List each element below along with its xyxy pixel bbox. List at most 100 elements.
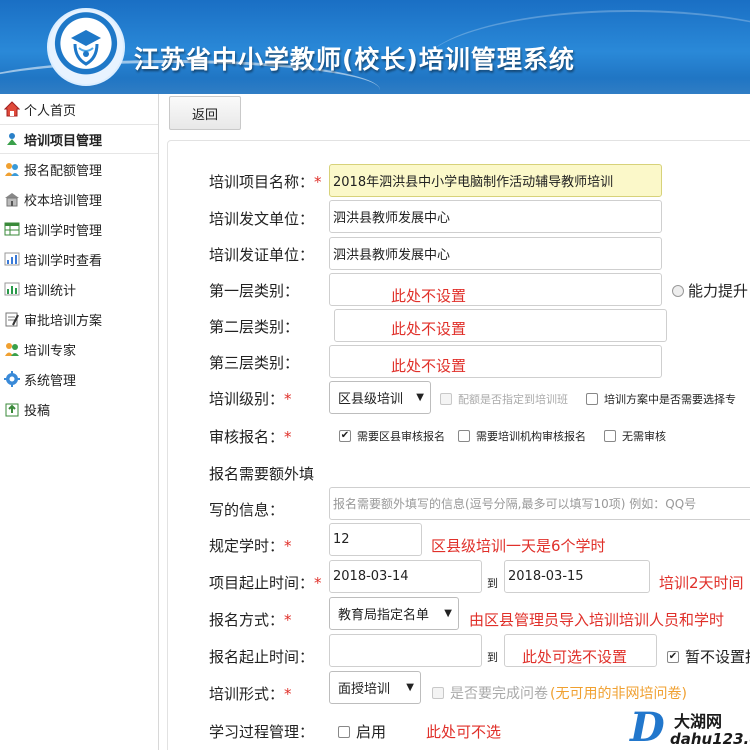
checkbox-label: 需要培训机构审核报名 [476, 430, 586, 443]
sidebar-item-projects[interactable]: 培训项目管理 [0, 124, 158, 154]
approve-icon [4, 311, 20, 327]
main-content: 返回 培训项目名称：* 2018年泗洪县中小学电脑制作活动辅导教师培训 培训发文… [159, 94, 750, 750]
select-value: 区县级培训 [338, 392, 404, 407]
checkbox-box [432, 687, 444, 699]
review-org-checkbox[interactable]: 需要培训机构审核报名 [458, 428, 586, 444]
signup-method-select[interactable]: 教育局指定名单 ▼ [329, 597, 459, 630]
questionnaire-checkbox[interactable]: 是否要完成问卷 (无可用的非网培问卷) [432, 683, 687, 703]
start-date-input[interactable]: 2018-03-14 [329, 560, 482, 593]
check-icon: ✔ [667, 650, 679, 663]
issue-unit-label: 培训发文单位： [209, 210, 315, 228]
watermark-domain: dahu123.com [670, 730, 750, 748]
cert-unit-label: 培训发证单位： [209, 246, 315, 264]
plan-expert-checkbox[interactable]: 培训方案中是否需要选择专 [586, 391, 736, 407]
hours-input[interactable]: 12 [329, 523, 422, 556]
sidebar-item-hours-manage[interactable]: 培训学时管理 [0, 214, 158, 244]
quota-class-checkbox[interactable]: 配额是否指定到培训班 [440, 391, 568, 407]
signup-unset-checkbox[interactable]: ✔ 暂不设置报 [667, 646, 750, 667]
app-title: 江苏省中小学教师(校长)培训管理系统 [134, 45, 575, 74]
experts-icon [4, 341, 20, 357]
caret-down-icon: ▼ [416, 392, 424, 403]
watermark-d-logo: D [630, 704, 665, 750]
checkbox-label: 需要区县审核报名 [357, 430, 445, 443]
checkbox-box [440, 393, 452, 405]
checkbox-label: 是否要完成问卷 [450, 686, 548, 702]
sidebar-item-submit[interactable]: 投稿 [0, 394, 158, 424]
signup-dates-note: 此处可选不设置 [522, 648, 628, 666]
level2-label: 第二层类别： [209, 318, 300, 336]
review-none-checkbox[interactable]: 无需审核 [604, 428, 666, 444]
watermark-logo: D 大湖网 dahu123.com [630, 706, 750, 750]
radio-circle [672, 284, 684, 297]
checkbox-label: 培训方案中是否需要选择专 [604, 393, 736, 406]
cert-unit-input[interactable]: 泗洪县教师发展中心 [329, 237, 662, 270]
checkbox-label: 无需审核 [622, 430, 666, 443]
app-header: 江苏省中小学教师(校长)培训管理系统 [0, 0, 750, 94]
header-wave [0, 78, 750, 94]
checkbox-label: 暂不设置报 [685, 648, 750, 666]
sidebar-item-experts[interactable]: 培训专家 [0, 334, 158, 364]
sidebar-item-quota[interactable]: 报名配额管理 [0, 154, 158, 184]
sidebar-item-system[interactable]: 系统管理 [0, 364, 158, 394]
level3-field[interactable] [329, 345, 662, 378]
dates-note: 培训2天时间 [659, 574, 744, 592]
level3-label: 第三层类别： [209, 354, 300, 372]
school-emblem-icon [47, 8, 125, 86]
back-button[interactable]: 返回 [169, 96, 241, 130]
sidebar-item-stats[interactable]: 培训统计 [0, 274, 158, 304]
extra-info-label: 报名需要额外填 [209, 465, 315, 483]
level1-radio[interactable]: 能力提升 [672, 280, 748, 301]
checkbox-box [586, 393, 598, 405]
issue-unit-input[interactable]: 泗洪县教师发展中心 [329, 200, 662, 233]
sidebar-item-school-training[interactable]: 校本培训管理 [0, 184, 158, 214]
hours-label: 规定学时：* [209, 537, 292, 555]
level2-field[interactable] [334, 309, 667, 342]
process-label: 学习过程管理： [209, 723, 315, 741]
signup-start-input[interactable] [329, 634, 482, 667]
sidebar-item-label: 培训学时查看 [24, 253, 103, 269]
train-level-select[interactable]: 区县级培训 ▼ [329, 381, 431, 414]
school-icon [4, 191, 20, 207]
dates-label: 项目起止时间：* [209, 574, 322, 592]
project-form: 培训项目名称：* 2018年泗洪县中小学电脑制作活动辅导教师培训 培训发文单位：… [167, 140, 750, 750]
sidebar: 个人首页 培训项目管理 报名配额管理 校本培训管理 培训学时管理 培训学时查看 [0, 94, 159, 750]
users-icon [4, 161, 20, 177]
chart-icon [4, 251, 20, 267]
end-date-input[interactable]: 2018-03-15 [504, 560, 650, 593]
questionnaire-note: (无可用的非网培问卷) [550, 686, 687, 702]
caret-down-icon: ▼ [406, 682, 414, 693]
select-value: 面授培训 [338, 682, 391, 697]
sidebar-item-label: 报名配额管理 [24, 163, 103, 179]
sidebar-item-home[interactable]: 个人首页 [0, 94, 158, 124]
sidebar-item-hours-view[interactable]: 培训学时查看 [0, 244, 158, 274]
sidebar-item-label: 培训学时管理 [24, 223, 103, 239]
extra-info-input[interactable]: 报名需要额外填写的信息(逗号分隔,最多可以填写10项) 例如：QQ号 [329, 487, 750, 520]
table-icon [4, 221, 20, 237]
check-icon: ✔ [339, 430, 351, 442]
sidebar-item-approve[interactable]: 审批培训方案 [0, 304, 158, 334]
review-label: 审核报名：* [209, 428, 292, 446]
signup-dates-label: 报名起止时间： [209, 648, 315, 666]
signup-method-label: 报名方式：* [209, 611, 292, 629]
date-separator: 到 [487, 577, 498, 590]
process-enable-checkbox[interactable]: 启用 [338, 721, 386, 742]
hours-note: 区县级培训一天是6个学时 [431, 537, 606, 555]
form-type-label: 培训形式：* [209, 685, 292, 703]
level1-label: 第一层类别： [209, 282, 300, 300]
sidebar-item-label: 个人首页 [24, 103, 77, 119]
project-icon [4, 131, 20, 147]
review-county-checkbox[interactable]: ✔ 需要区县审核报名 [339, 428, 445, 444]
checkbox-box [338, 725, 350, 738]
level3-note: 此处不设置 [391, 357, 467, 375]
level1-field[interactable] [329, 273, 662, 306]
extra-info-label-2: 写的信息： [209, 501, 285, 519]
date-separator: 到 [487, 651, 498, 664]
checkbox-label: 配额是否指定到培训班 [458, 393, 568, 406]
project-name-input[interactable]: 2018年泗洪县中小学电脑制作活动辅导教师培训 [329, 164, 662, 197]
level1-note: 此处不设置 [391, 287, 467, 305]
checkbox-box [604, 430, 616, 442]
checkbox-box [458, 430, 470, 442]
radio-label: 能力提升 [688, 282, 749, 300]
sidebar-item-label: 校本培训管理 [24, 193, 103, 209]
form-type-select[interactable]: 面授培训 ▼ [329, 671, 421, 704]
